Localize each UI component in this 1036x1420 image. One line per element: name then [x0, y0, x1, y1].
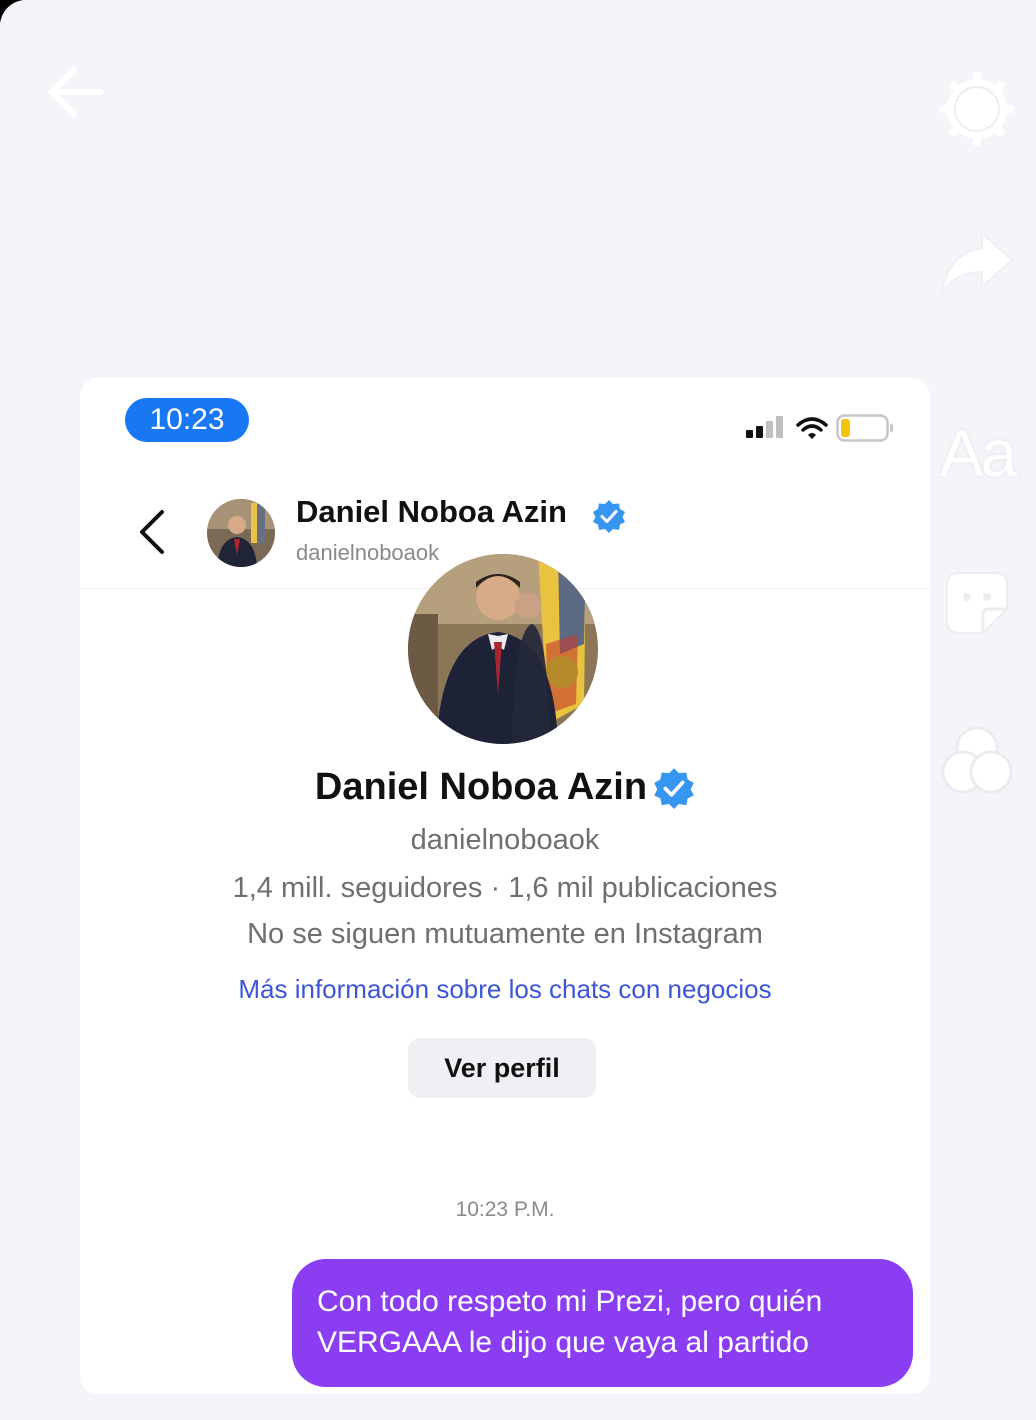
text-tool-button[interactable]: Aa [934, 410, 1020, 496]
profile-name-row: Daniel Noboa Azin [80, 766, 930, 809]
cellular-signal-icon [746, 416, 783, 438]
sent-message-bubble[interactable]: Con todo respeto mi Prezi, pero quién VE… [292, 1259, 913, 1387]
arrow-left-icon [49, 67, 103, 117]
effects-circles-icon [941, 726, 1013, 794]
story-editor-canvas: Aa 10:23 Daniel Noboa Azin danielnoboaok… [0, 0, 1036, 1420]
message-timestamp: 10:23 P.M. [455, 1198, 555, 1221]
profile-picture [408, 554, 598, 744]
effects-button[interactable] [934, 718, 1020, 804]
avatar-photo [207, 499, 275, 567]
verified-badge-icon [654, 767, 694, 809]
header-avatar[interactable] [207, 499, 275, 567]
share-button[interactable] [934, 218, 1020, 304]
profile-stats: 1,4 mill. seguidores · 1,6 mil publicaci… [232, 872, 778, 904]
verified-badge-icon [593, 500, 625, 533]
status-bar-time: 10:23 [125, 398, 249, 442]
business-chats-info-link[interactable]: Más información sobre los chats con nego… [80, 974, 930, 1005]
profile-name: Daniel Noboa Azin [314, 766, 648, 808]
view-profile-button[interactable]: Ver perfil [408, 1038, 596, 1098]
battery-icon [836, 414, 893, 442]
settings-button[interactable] [934, 66, 1020, 152]
gear-icon [940, 72, 1014, 146]
sticker-button[interactable] [934, 560, 1020, 646]
text-tool-label: Aa [939, 416, 1018, 490]
chat-back-button[interactable] [135, 508, 169, 556]
chat-contact-name[interactable]: Daniel Noboa Azin [296, 494, 567, 530]
story-back-button[interactable] [40, 58, 110, 128]
chat-contact-handle: danielnoboaok [296, 540, 440, 565]
chat-screenshot-card: 10:23 Daniel Noboa Azin danielnoboaok Da… [80, 378, 930, 1394]
chevron-left-icon [140, 510, 164, 554]
profile-photo[interactable] [408, 554, 598, 744]
mutual-follow-status: No se siguen mutuamente en Instagram [247, 918, 763, 950]
profile-handle: danielnoboaok [410, 824, 600, 856]
share-arrow-icon [941, 233, 1013, 293]
wifi-icon [796, 417, 828, 439]
sticker-icon [946, 572, 1008, 634]
